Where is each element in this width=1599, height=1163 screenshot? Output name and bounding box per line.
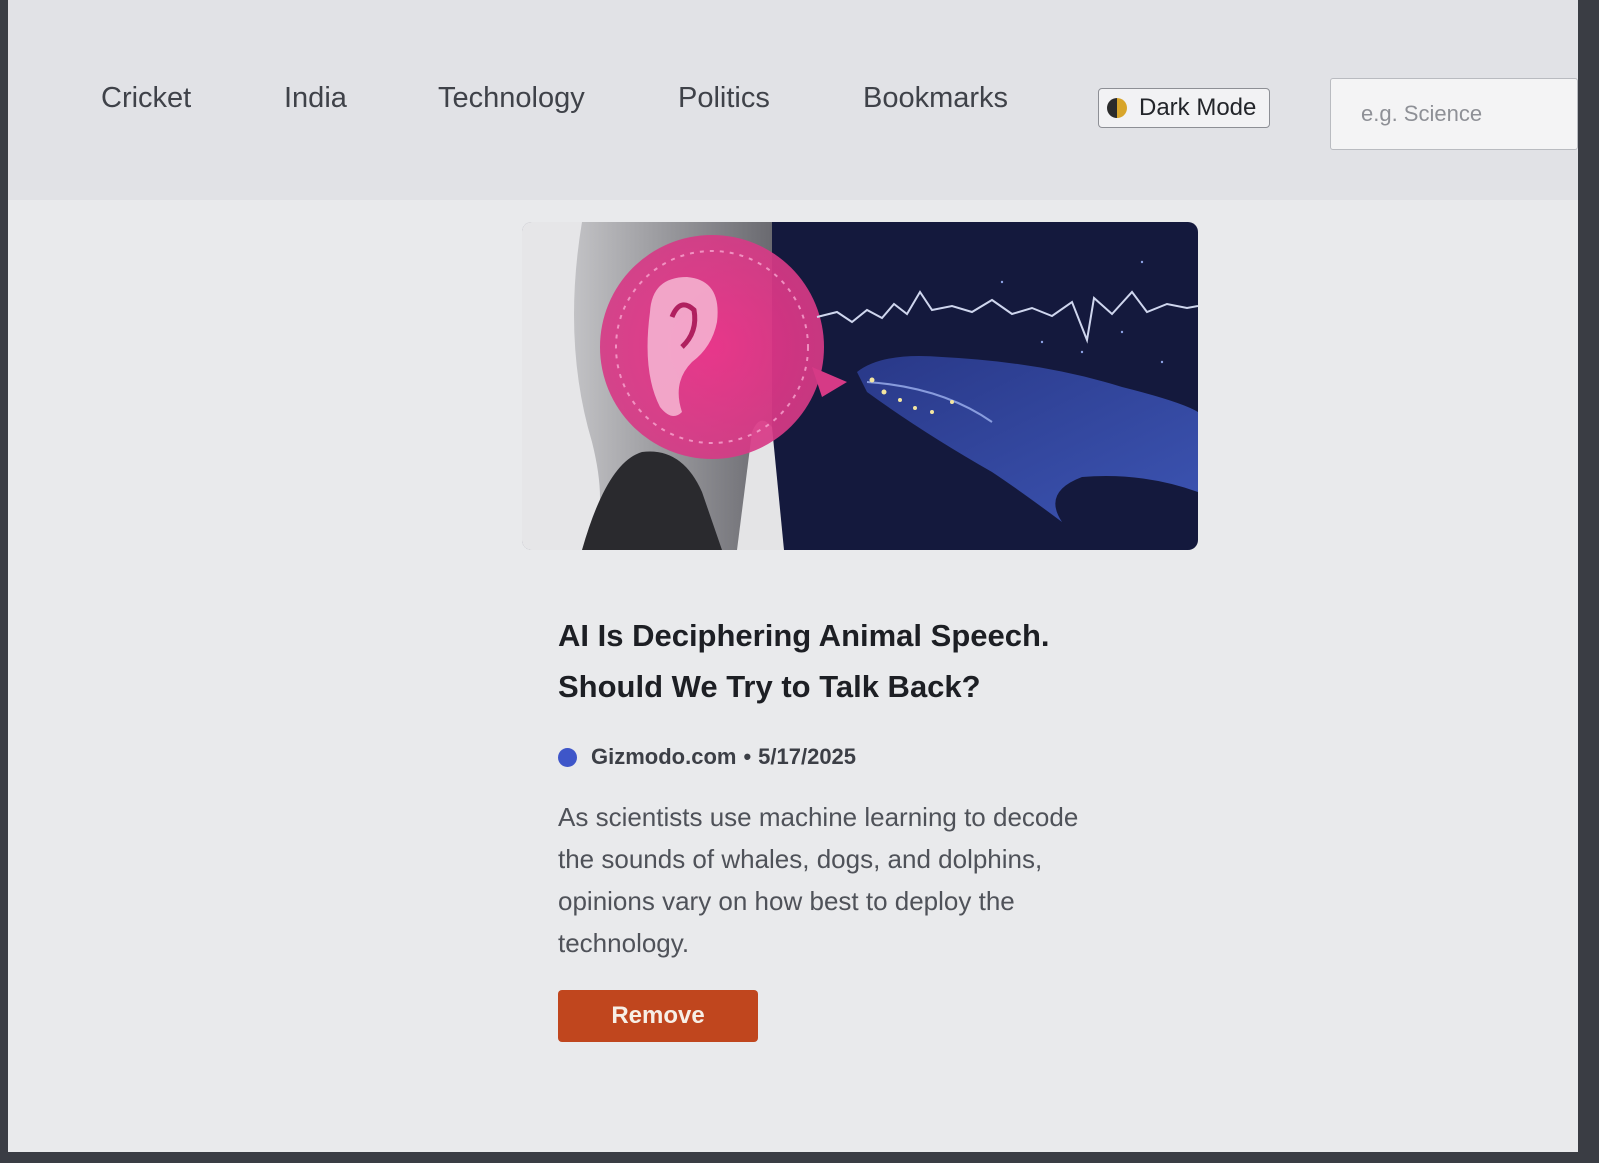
article-source: Gizmodo.com (591, 744, 737, 769)
nav-link-politics[interactable]: Politics (678, 82, 770, 115)
nav-link-bookmarks[interactable]: Bookmarks (863, 82, 1008, 115)
nav-link-technology[interactable]: Technology (438, 82, 585, 115)
top-navbar: Cricket India Technology Politics Bookma… (8, 0, 1578, 200)
article-meta: Gizmodo.com • 5/17/2025 (558, 744, 1202, 770)
article-card: AI Is Deciphering Animal Speech. Should … (522, 222, 1202, 1042)
search-input[interactable] (1330, 78, 1578, 150)
source-dot-icon (558, 747, 577, 767)
half-moon-icon (1107, 98, 1127, 118)
article-description: As scientists use machine learning to de… (558, 802, 1079, 958)
article-date: 5/17/2025 (758, 744, 857, 769)
remove-button[interactable]: Remove (558, 990, 758, 1042)
article-image (522, 222, 1198, 550)
nav-link-cricket[interactable]: Cricket (101, 82, 191, 115)
nav-link-india[interactable]: India (284, 82, 347, 115)
dark-mode-label: Dark Mode (1139, 94, 1257, 121)
browser-viewport: Cricket India Technology Politics Bookma… (8, 0, 1578, 1152)
meta-separator: • (743, 744, 752, 769)
article-title[interactable]: AI Is Deciphering Animal Speech. Should … (558, 610, 1158, 712)
dark-mode-toggle[interactable]: Dark Mode (1098, 88, 1270, 128)
